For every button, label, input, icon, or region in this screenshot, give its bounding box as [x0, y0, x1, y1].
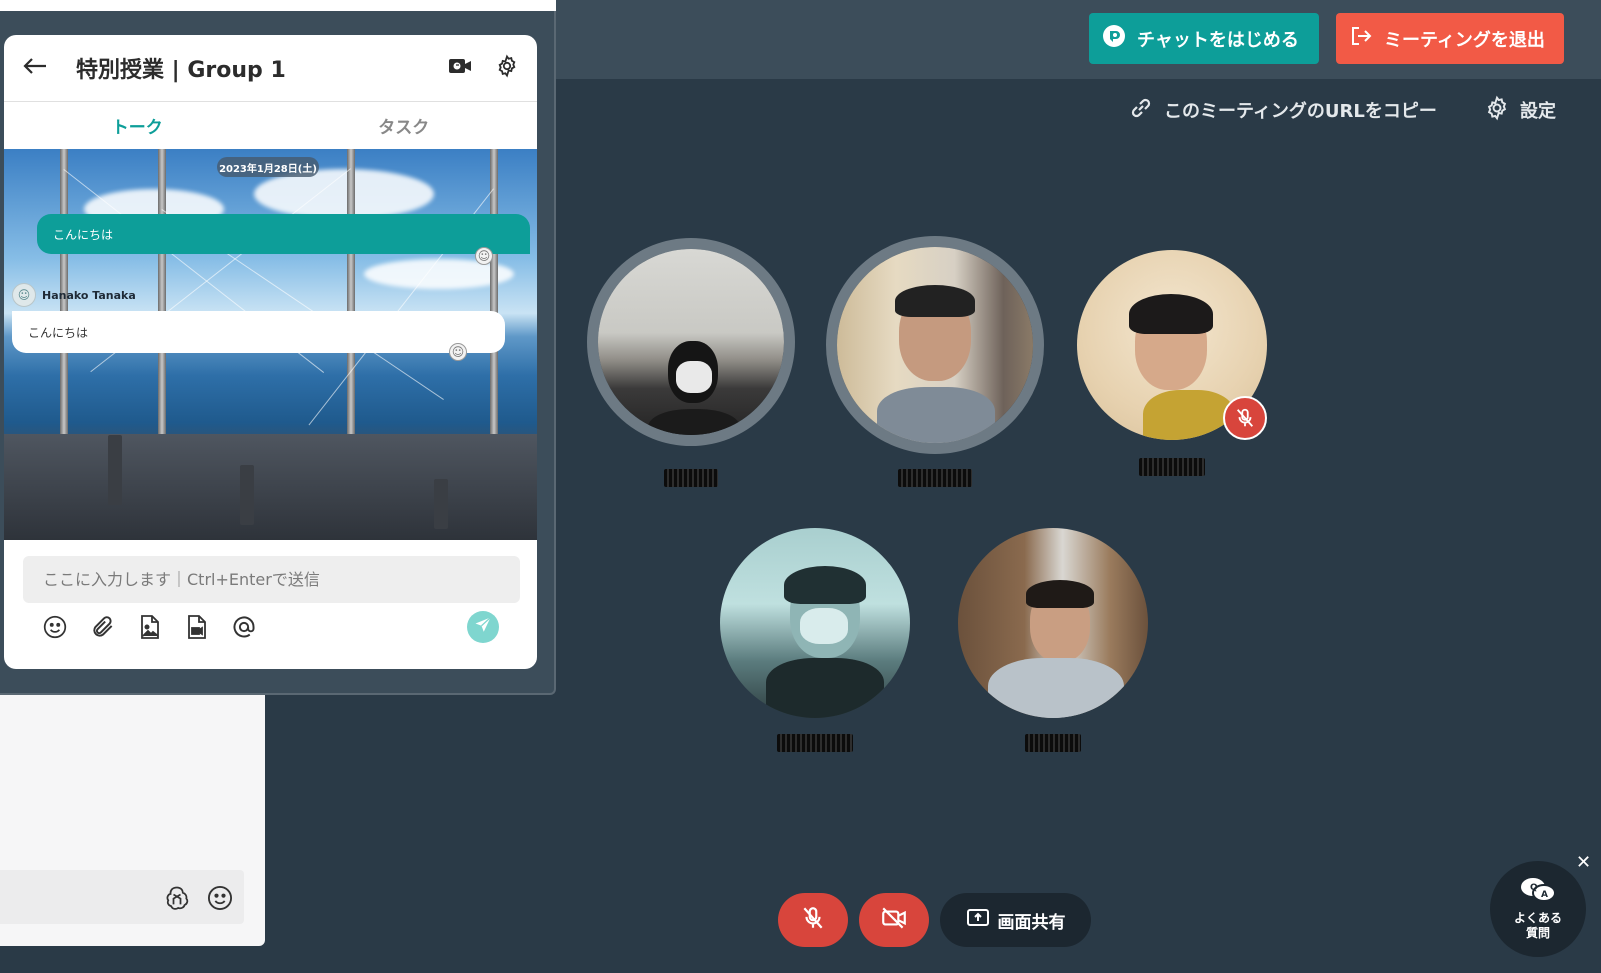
exit-icon [1348, 23, 1374, 54]
send-paper-plane-icon [474, 616, 492, 638]
background-dock [4, 434, 537, 540]
participant-video [837, 247, 1033, 443]
emoji-icon[interactable] [40, 612, 70, 642]
chat-tabs: トーク タスク [4, 102, 537, 149]
ai-assist-icon[interactable] [163, 884, 191, 912]
chat-settings-gear-icon[interactable] [495, 54, 519, 82]
participant-tile[interactable] [1077, 250, 1267, 476]
start-chat-label: チャットをはじめる [1137, 29, 1299, 51]
mention-icon[interactable] [229, 612, 259, 642]
participant-video [598, 249, 784, 435]
participant-muted-indicator [1223, 396, 1267, 440]
date-separator: 2023年1月28日(土) [217, 157, 319, 177]
link-icon [1128, 95, 1154, 126]
video-chat-icon[interactable] [447, 55, 473, 81]
sender-avatar[interactable]: ☺ [12, 283, 36, 307]
copy-url-link[interactable]: このミーティングのURLをコピー [1128, 94, 1437, 126]
message-sender: ☺ Hanako Tanaka [12, 283, 136, 307]
leave-meeting-label: ミーティングを退出 [1384, 29, 1545, 51]
settings-label: 設定 [1520, 101, 1556, 122]
faq-label-line2: 質問 [1525, 926, 1550, 941]
chat-window: 特別授業 | Group 1 トーク タスク 2023年1月28日(土) こんに… [4, 35, 537, 669]
video-file-icon[interactable] [182, 612, 212, 642]
camera-toggle-button[interactable] [859, 893, 929, 947]
svg-text:Q: Q [1530, 883, 1538, 893]
participant-name-redacted [1139, 458, 1205, 476]
chat-header: 特別授業 | Group 1 [4, 35, 537, 102]
share-screen-icon [966, 907, 990, 934]
window-strip [0, 0, 556, 11]
screen-share-label: 画面共有 [997, 912, 1066, 933]
settings-button[interactable]: 設定 [1484, 94, 1556, 126]
image-file-icon[interactable] [135, 612, 165, 642]
participant-name-redacted [777, 734, 853, 752]
reaction-smile-icon[interactable]: ☺ [475, 247, 493, 265]
send-button[interactable] [467, 611, 499, 643]
tab-talk[interactable]: トーク [4, 102, 271, 149]
participant-name-redacted [898, 469, 972, 487]
reaction-smile-icon[interactable]: ☺ [449, 343, 467, 361]
back-arrow-icon[interactable] [22, 56, 48, 80]
faq-close-icon[interactable]: ✕ [1576, 852, 1591, 873]
participant-tile[interactable] [826, 236, 1044, 487]
background-post [108, 435, 122, 505]
background-post [434, 479, 448, 529]
chat-message-area: 2023年1月28日(土) こんにちは ☺ ☺ Hanako Tanaka こん… [4, 149, 537, 540]
participant-tile[interactable] [720, 528, 910, 752]
participant-tile[interactable] [958, 528, 1148, 752]
tab-task[interactable]: タスク [271, 102, 538, 149]
camera-off-icon [880, 905, 908, 936]
participant-name-redacted [664, 469, 718, 487]
chat-title: 特別授業 | Group 1 [76, 58, 286, 83]
chat-message-input[interactable] [23, 556, 520, 603]
mute-mic-button[interactable] [778, 893, 848, 947]
faq-label-line1: よくある [1513, 910, 1562, 925]
background-post [240, 465, 254, 525]
attachment-clip-icon[interactable] [88, 612, 118, 642]
gear-icon [1484, 95, 1510, 126]
chat-message-other[interactable]: こんにちは [12, 311, 505, 353]
chat-logo-icon [1101, 23, 1127, 54]
start-chat-button[interactable]: チャットをはじめる [1089, 13, 1319, 64]
qa-bubble-icon: QA [1518, 876, 1558, 911]
svg-text:A: A [1541, 890, 1548, 900]
leave-meeting-button[interactable]: ミーティングを退出 [1336, 13, 1564, 64]
screen-share-button[interactable]: 画面共有 [940, 893, 1091, 947]
mic-off-icon [800, 905, 826, 936]
emoji-icon[interactable] [206, 884, 234, 912]
participant-video [958, 528, 1148, 718]
participant-tile[interactable] [587, 238, 795, 487]
participant-name-redacted [1025, 734, 1081, 752]
copy-url-label: このミーティングのURLをコピー [1164, 101, 1437, 122]
sender-name: Hanako Tanaka [42, 288, 136, 302]
chat-message-self[interactable]: こんにちは [37, 214, 530, 254]
faq-button[interactable]: QA よくある 質問 [1490, 861, 1586, 957]
participant-video [720, 528, 910, 718]
